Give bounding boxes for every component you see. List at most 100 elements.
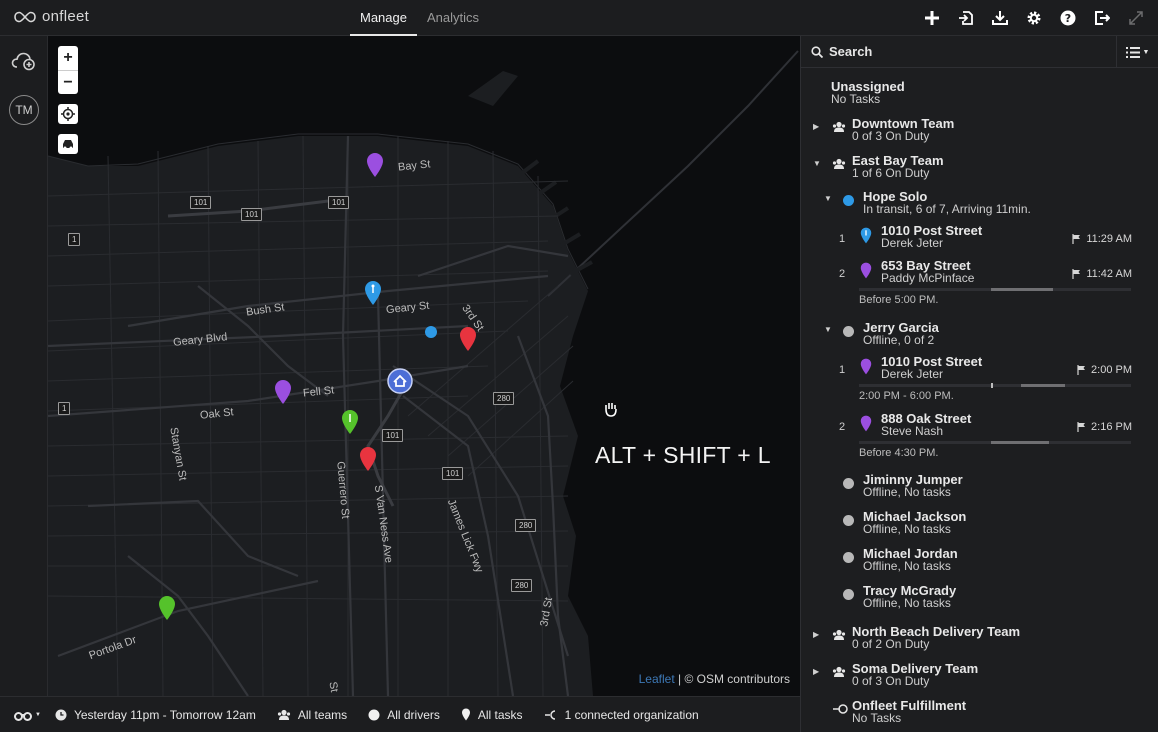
teams-filter[interactable]: All teams <box>277 708 347 722</box>
svg-text:?: ? <box>1065 12 1071 25</box>
import-icon[interactable] <box>956 8 976 28</box>
driver-row[interactable]: ▼ Hope Solo In transit, 6 of 7, Arriving… <box>801 189 1158 220</box>
task-eta: 11:29 AM <box>1072 233 1132 245</box>
team-north-beach[interactable]: ▶ North Beach Delivery Team 0 of 2 On Du… <box>801 624 1158 658</box>
team-east-bay[interactable]: ▼ East Bay Team 1 of 6 On Duty <box>801 153 1158 187</box>
driver-row[interactable]: Jiminny Jumper Offline, No tasks <box>801 472 1158 503</box>
time-window-bar <box>859 441 1131 444</box>
chevron-down-icon: ▼ <box>1142 48 1150 56</box>
left-rail: TM <box>0 36 48 696</box>
caret-right-icon: ▶ <box>813 630 820 639</box>
onfleet-logo[interactable]: onfleet <box>14 8 89 25</box>
task-pin-purple[interactable] <box>274 379 292 405</box>
tab-manage[interactable]: Manage <box>350 0 417 36</box>
driver-status: In transit, 6 of 7, Arriving 11min. <box>863 202 1031 216</box>
task-pin-blue[interactable] <box>364 280 382 306</box>
driver-status-dot <box>843 552 854 563</box>
infinity-logo-icon <box>14 11 36 22</box>
driver-row[interactable]: ▼ Jerry Garcia Offline, 0 of 2 <box>801 320 1158 351</box>
flag-icon <box>1077 365 1086 375</box>
list-view-toggle[interactable]: ▼ <box>1116 36 1158 68</box>
driver-row[interactable]: Tracy McGrady Offline, No tasks <box>801 583 1158 614</box>
time-range-filter[interactable]: Yesterday 11pm - Tomorrow 12am <box>55 708 256 722</box>
avatar[interactable]: TM <box>9 95 39 125</box>
search-icon <box>811 45 823 58</box>
caret-down-icon: ▼ <box>813 159 821 168</box>
search-bar[interactable]: Search ▼ <box>801 36 1158 68</box>
task-pin-green[interactable] <box>341 409 359 435</box>
map-view[interactable]: + − Bay St Bush St Geary St Geary Blvd 3… <box>48 36 800 696</box>
drivers-filter[interactable]: All drivers <box>368 708 440 722</box>
locate-button[interactable] <box>58 104 78 124</box>
team-soma[interactable]: ▶ Soma Delivery Team 0 of 3 On Duty <box>801 661 1158 695</box>
driver-row[interactable]: Michael Jordan Offline, No tasks <box>801 546 1158 577</box>
team-status: No Tasks <box>831 92 881 106</box>
team-status: 1 of 6 On Duty <box>852 166 930 180</box>
cloud-plus-icon <box>11 52 35 71</box>
driver-status: Offline, No tasks <box>863 596 951 610</box>
logout-icon[interactable] <box>1092 8 1112 28</box>
eta-time: 11:29 AM <box>1086 233 1132 245</box>
task-pin-green[interactable] <box>158 595 176 621</box>
team-downtown[interactable]: ▶ Downtown Team 0 of 3 On Duty <box>801 116 1158 150</box>
task-eta: 2:16 PM <box>1077 421 1132 433</box>
highway-shield: 101 <box>241 208 263 221</box>
task-recipient: Steve Nash <box>881 424 944 438</box>
crosshair-icon <box>61 107 75 121</box>
driver-status-dot <box>843 478 854 489</box>
plus-icon[interactable] <box>922 8 942 28</box>
teams-filter-label: All teams <box>297 707 348 722</box>
driver-location-dot[interactable] <box>424 325 438 339</box>
zoom-out-button[interactable]: − <box>58 70 78 94</box>
street-label: St <box>326 680 341 694</box>
leaflet-link[interactable]: Leaflet <box>639 672 675 686</box>
task-row[interactable]: 1 1010 Post Street Derek Jeter 11:29 AM <box>801 223 1158 259</box>
caret-down-icon: ▼ <box>824 194 832 203</box>
task-recipient: Derek Jeter <box>881 236 944 250</box>
highway-shield: 1 <box>68 233 81 246</box>
task-pin-purple[interactable] <box>366 152 384 178</box>
task-number: 1 <box>839 364 846 376</box>
task-pin-red[interactable] <box>459 326 477 352</box>
driver-status: Offline, 0 of 2 <box>863 333 935 347</box>
map-pin-icon <box>860 262 872 279</box>
add-driver-cloud-button[interactable] <box>9 46 39 76</box>
tab-analytics[interactable]: Analytics <box>417 0 489 36</box>
eta-time: 11:42 AM <box>1086 268 1132 280</box>
traffic-layer-button[interactable] <box>58 134 78 154</box>
driver-status-dot <box>843 589 854 600</box>
driver-status: Offline, No tasks <box>863 485 951 499</box>
caret-down-icon: ▼ <box>824 325 832 334</box>
team-onfleet-fulfillment[interactable]: Onfleet Fulfillment No Tasks <box>801 698 1158 732</box>
chevron-down-icon: ▼ <box>35 711 41 718</box>
driver-row[interactable]: Michael Jackson Offline, No tasks <box>801 509 1158 540</box>
highway-shield: 280 <box>515 519 537 532</box>
map-pin-icon <box>860 415 872 432</box>
keyboard-shortcut-overlay: ALT + SHIFT + L <box>595 442 771 468</box>
caret-right-icon: ▶ <box>813 122 820 131</box>
gear-icon[interactable] <box>1024 8 1044 28</box>
flag-icon <box>1077 422 1086 432</box>
flag-icon <box>1072 269 1081 279</box>
team-status: 0 of 3 On Duty <box>852 674 930 688</box>
team-unassigned[interactable]: Unassigned No Tasks <box>801 79 1158 113</box>
fullscreen-icon[interactable] <box>1126 8 1146 28</box>
zoom-in-button[interactable]: + <box>58 46 78 70</box>
task-number: 2 <box>839 268 846 280</box>
download-icon[interactable] <box>990 8 1010 28</box>
task-number: 2 <box>839 421 846 433</box>
eta-time: 2:16 PM <box>1091 421 1132 433</box>
help-icon[interactable]: ? <box>1058 8 1078 28</box>
view-options-dropdown[interactable]: ▼ <box>14 709 41 721</box>
organizations-filter[interactable]: 1 connected organization <box>544 708 699 722</box>
dispatch-panel: Search ▼ Unassigned No Tasks ▶ Downtown … <box>800 36 1158 732</box>
hub-home-icon[interactable] <box>387 368 413 394</box>
car-icon <box>63 140 73 150</box>
task-pin-red[interactable] <box>359 446 377 472</box>
team-icon <box>277 709 290 720</box>
time-window-segment <box>991 441 1049 444</box>
tasks-filter[interactable]: All tasks <box>461 708 523 722</box>
driver-status-dot <box>843 326 854 337</box>
highway-shield: 280 <box>493 392 515 405</box>
time-window-text: Before 4:30 PM. <box>859 447 939 459</box>
